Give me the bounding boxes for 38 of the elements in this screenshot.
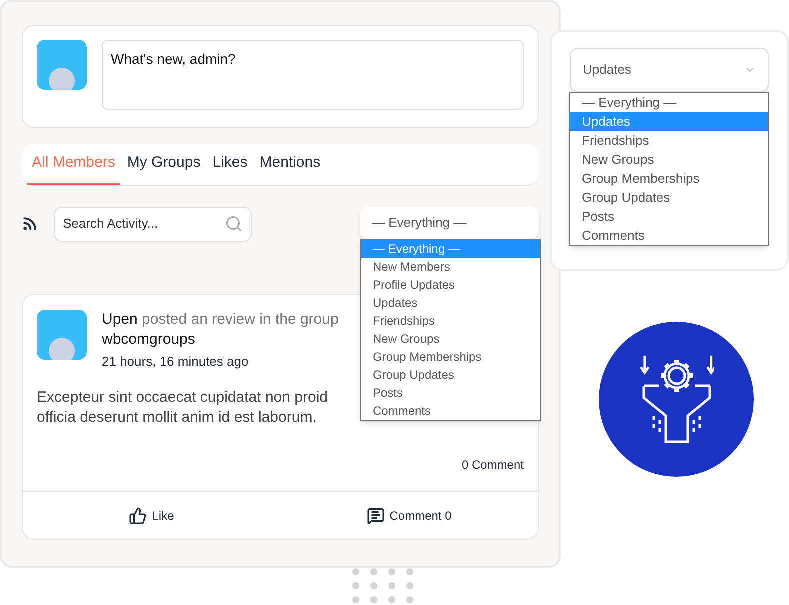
rss-icon[interactable]: [22, 216, 38, 232]
thumbs-up-icon: [129, 506, 148, 524]
like-button[interactable]: Like: [23, 506, 280, 524]
post-body-line: Excepteur sint occaecat cupidatat non proid: [37, 388, 328, 408]
dropdown-option[interactable]: New Groups: [361, 330, 540, 348]
dropdown-option[interactable]: Friendships: [570, 131, 768, 150]
dropdown-option[interactable]: — Everything —: [570, 93, 768, 112]
avatar-photo-placeholder: [37, 40, 87, 90]
post-time: 21 hours, 16 minutes ago: [102, 353, 249, 371]
dropdown-option[interactable]: New Groups: [570, 150, 768, 169]
dropdown-option[interactable]: Group Updates: [361, 366, 540, 384]
dropdown-option[interactable]: Updates: [361, 294, 540, 312]
filter-select[interactable]: Updates: [570, 48, 769, 92]
avatar-photo-placeholder: [37, 310, 87, 360]
dropdown-option[interactable]: Group Memberships: [570, 169, 768, 188]
composer-input[interactable]: What's new, admin?: [102, 40, 524, 110]
dropdown-option[interactable]: New Members: [361, 258, 540, 276]
dropdown-option[interactable]: Posts: [570, 207, 768, 226]
tab[interactable]: Mentions: [254, 144, 326, 185]
post-body-line: officia deserunt mollit anim id est laborum.: [37, 408, 317, 428]
comment-count: 0 Comment: [462, 457, 524, 474]
comment-icon: [366, 506, 385, 524]
search-bar[interactable]: Search Activity...: [54, 206, 252, 242]
dropdown-option[interactable]: Profile Updates: [361, 276, 540, 294]
dropdown-option[interactable]: Comments: [361, 402, 540, 420]
dropdown-option[interactable]: Group Memberships: [361, 348, 540, 366]
activity-filter-select[interactable]: — Everything —: [360, 206, 539, 238]
search-field[interactable]: Search Activity...: [63, 214, 225, 234]
tab[interactable]: Likes: [208, 144, 253, 185]
post-header-text: Upen posted an review in the group wbcomgroups: [102, 310, 340, 350]
dropdown-option[interactable]: Group Updates: [570, 188, 768, 207]
tab[interactable]: My Groups: [122, 144, 206, 185]
dropdown-option[interactable]: Friendships: [361, 312, 540, 330]
comment-button[interactable]: Comment 0: [280, 506, 538, 524]
dropdown-option[interactable]: Comments: [570, 226, 768, 245]
dropdown-option[interactable]: Posts: [361, 384, 540, 402]
dot-grid-drawing: [352, 568, 414, 605]
funnel-gear-icon: [640, 354, 714, 446]
